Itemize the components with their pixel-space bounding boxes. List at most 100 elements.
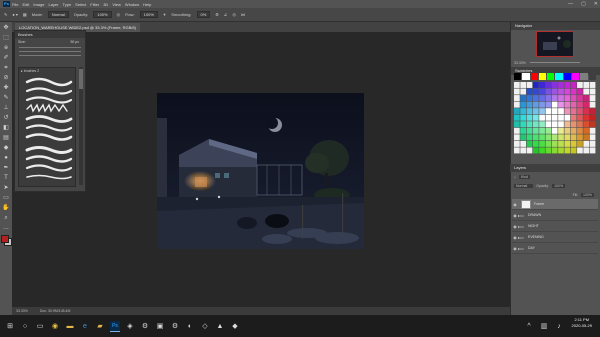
swatch[interactable] [545,88,552,95]
swatch[interactable] [514,101,520,108]
flow-input[interactable]: 100% [139,11,158,18]
swatch[interactable] [539,108,545,115]
smoothing-input[interactable]: 0% [196,11,211,18]
foreground-color-swatch[interactable] [1,235,9,243]
swatch[interactable] [520,82,527,88]
document-canvas[interactable] [157,93,364,249]
path-select-icon[interactable]: ➤ [2,184,10,192]
brush-tool-icon[interactable]: ✎ [4,12,7,17]
swatch[interactable] [514,140,520,147]
swatch[interactable] [577,101,583,108]
swatch[interactable] [547,73,555,80]
swatch[interactable] [551,108,558,115]
swatch[interactable] [570,140,577,147]
swatch[interactable] [570,88,577,95]
swatch[interactable] [570,101,577,108]
swatch[interactable] [555,73,563,80]
swatch[interactable] [583,140,590,147]
swatch[interactable] [589,121,596,128]
photoshop-icon[interactable]: Ps [110,320,120,332]
swatch[interactable] [551,82,558,88]
swatch[interactable] [583,95,590,102]
swatch[interactable] [570,114,577,121]
swatch[interactable] [539,147,545,154]
swatch[interactable] [545,140,552,147]
swatch[interactable] [564,88,571,95]
swatch[interactable] [583,121,590,128]
swatch[interactable] [545,114,552,121]
menu-layer[interactable]: Layer [48,2,58,7]
visibility-eye-icon[interactable]: ◉ [512,202,518,207]
dodge-icon[interactable]: ● [2,154,10,162]
navigator-preview[interactable] [536,31,574,57]
swatches-grid[interactable] [514,82,596,154]
swatch[interactable] [570,82,577,88]
swatch[interactable] [520,140,527,147]
swatch[interactable] [589,82,596,88]
swatch[interactable] [583,134,590,141]
swatch[interactable] [577,108,583,115]
app-icon[interactable]: ◆ [230,321,240,331]
swatch[interactable] [589,101,596,108]
swatch[interactable] [558,95,564,102]
swatch[interactable] [570,121,577,128]
swatch[interactable] [545,101,552,108]
swatch[interactable] [589,95,596,102]
pressure-opacity-icon[interactable]: ◎ [117,12,121,17]
swatch[interactable] [558,88,564,95]
tray-up-icon[interactable]: ^ [524,321,534,331]
swatch[interactable] [558,147,564,154]
swatch[interactable] [526,88,533,95]
swatch[interactable] [520,134,527,141]
app-icon[interactable]: ◇ [200,321,210,331]
gradient-icon[interactable]: ▤ [2,134,10,142]
swatch[interactable] [545,121,552,128]
swatch[interactable] [583,114,590,121]
swatch[interactable] [539,140,545,147]
swatch[interactable] [532,114,539,121]
swatch[interactable] [532,140,539,147]
swatch[interactable] [564,108,571,115]
navigator-panel-title[interactable]: Navigator [511,22,600,30]
menu-window[interactable]: Window [125,2,139,7]
eyedropper-icon[interactable]: ⊘ [2,74,10,82]
layer-group-row[interactable]: ◉ ▸▭ DAY [512,243,598,254]
layer-blend-mode[interactable]: Normal [514,183,534,188]
swatch[interactable] [558,82,564,88]
swatch[interactable] [577,121,583,128]
swatch[interactable] [589,147,596,154]
swatch[interactable] [532,88,539,95]
lasso-icon[interactable]: ɵ [2,44,10,52]
file-explorer-icon[interactable]: ▬ [65,321,75,331]
swatch[interactable] [551,88,558,95]
history-brush-icon[interactable]: ↺ [2,114,10,122]
layer-filter-icon[interactable]: ⌕ [514,175,516,179]
swatch[interactable] [539,127,545,134]
crop-icon[interactable]: ⌗ [2,64,10,72]
navigator-zoom-value[interactable]: 33.33% [514,61,526,65]
swatch[interactable] [514,73,522,80]
swatch[interactable] [526,127,533,134]
swatch[interactable] [551,127,558,134]
layer-row-frame[interactable]: ◉ Frame [512,199,598,210]
menu-view[interactable]: View [112,2,121,7]
blur-icon[interactable]: ◆ [2,144,10,152]
swatch[interactable] [551,114,558,121]
pen-icon[interactable]: ✒ [2,164,10,172]
swatch[interactable] [520,114,527,121]
swatch[interactable] [570,127,577,134]
swatch[interactable] [564,101,571,108]
folder-icon[interactable]: ▰ [95,321,105,331]
edge-icon[interactable]: e [80,321,90,331]
swatch[interactable] [514,108,520,115]
opacity-input[interactable]: 100% [93,11,112,18]
swatch[interactable] [589,127,596,134]
swatch[interactable] [520,108,527,115]
folder-icon[interactable]: ▸▭ [518,246,524,251]
swatch[interactable] [526,82,533,88]
layer-fill-value[interactable]: 100% [581,192,594,197]
mode-select[interactable]: Normal [47,11,69,18]
swatch[interactable] [564,82,571,88]
swatch[interactable] [551,140,558,147]
swatch[interactable] [577,95,583,102]
